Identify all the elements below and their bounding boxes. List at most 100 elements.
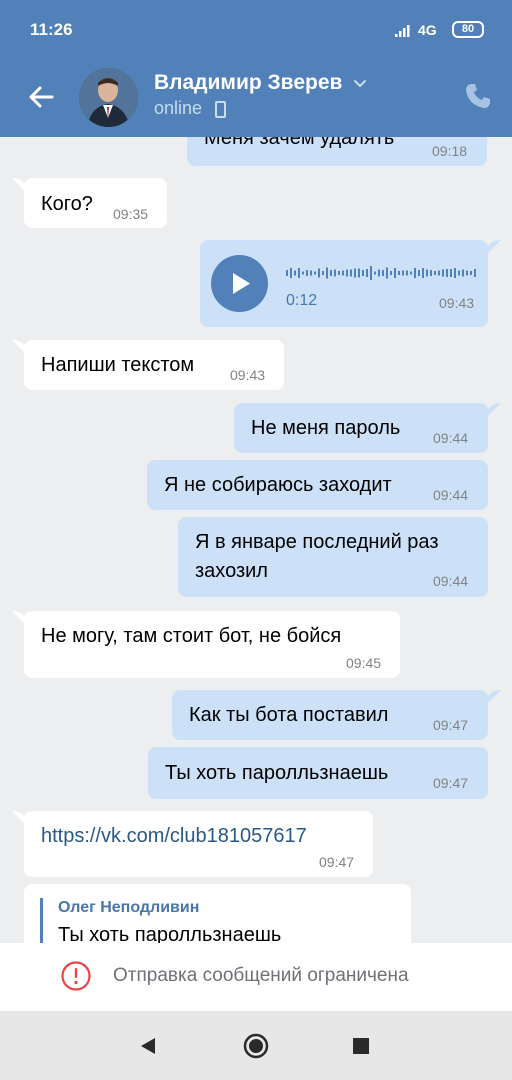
waveform-bar <box>402 270 404 276</box>
bubble-tail <box>487 690 501 704</box>
message-outgoing[interactable]: Я не собираюсь заходит 09:44 <box>147 460 488 510</box>
waveform-bar <box>454 268 456 278</box>
system-nav-bar <box>0 1011 512 1080</box>
quote-author[interactable]: Олег Неподливин <box>58 899 199 917</box>
message-time: 09:47 <box>433 717 469 733</box>
status-bar: 11:26 4G 80 <box>0 0 512 60</box>
waveform-bar <box>326 267 328 279</box>
message-text-line1: Я в январе последний раз <box>195 531 439 553</box>
waveform-bar <box>370 266 372 280</box>
waveform-bar <box>458 270 460 276</box>
chat-header: 11:26 4G 80 Владимир Зверев online <box>0 0 512 137</box>
message-text: Кого? <box>41 193 93 215</box>
message-reply[interactable]: Олег Неподливин Ты хоть паролльзнаешь <box>24 884 411 943</box>
waveform-bar <box>474 269 476 277</box>
mobile-icon <box>215 101 226 118</box>
exclamation-circle-icon <box>61 961 91 991</box>
waveform-bar <box>470 271 472 275</box>
voice-message[interactable]: 0:12 09:43 <box>200 240 488 327</box>
phone-icon[interactable] <box>463 81 493 111</box>
waveform-bar <box>362 270 364 276</box>
battery-indicator: 80 <box>452 21 484 38</box>
chevron-down-icon[interactable] <box>352 76 368 90</box>
message-time: 09:45 <box>346 655 382 671</box>
message-text: Напиши текстом <box>41 354 195 376</box>
waveform[interactable] <box>286 262 476 284</box>
message-outgoing[interactable]: Не меня пароль 09:44 <box>234 403 488 453</box>
message-incoming[interactable]: https://vk.com/club181057617 09:47 <box>24 811 373 877</box>
message-incoming[interactable]: Кого? 09:35 <box>24 178 167 228</box>
quote-bar <box>40 898 43 943</box>
waveform-bar <box>394 268 396 278</box>
message-incoming[interactable]: Не могу, там стоит бот, не бойся 09:45 <box>24 611 400 678</box>
waveform-bar <box>330 270 332 276</box>
arrow-left-icon[interactable] <box>24 80 58 114</box>
waveform-bar <box>306 270 308 276</box>
waveform-bar <box>346 269 348 277</box>
message-text: Ты хоть паролльзнаешь <box>165 762 389 784</box>
waveform-bar <box>294 270 296 276</box>
message-text: Как ты бота поставил <box>189 704 389 726</box>
message-list[interactable]: Меня зачем удалять 09:18 Кого? 09:35 0:1… <box>0 137 512 943</box>
play-icon <box>233 273 250 294</box>
message-link[interactable]: https://vk.com/club181057617 <box>41 825 307 848</box>
presence-status: online <box>154 98 203 118</box>
waveform-bar <box>350 269 352 277</box>
message-incoming[interactable]: Напиши текстом 09:43 <box>24 340 284 390</box>
waveform-bar <box>450 269 452 277</box>
waveform-bar <box>442 269 444 277</box>
waveform-bar <box>438 270 440 276</box>
message-time: 09:18 <box>432 143 468 159</box>
message-text: Меня зачем удалять <box>204 137 395 149</box>
waveform-bar <box>310 270 312 276</box>
message-outgoing[interactable]: Ты хоть паролльзнаешь 09:47 <box>148 747 488 799</box>
waveform-bar <box>434 271 436 275</box>
message-text: Не меня пароль <box>251 417 401 439</box>
waveform-bar <box>462 269 464 277</box>
contact-name[interactable]: Владимир Зверев <box>154 71 342 95</box>
message-time: 09:43 <box>439 295 475 311</box>
message-outgoing[interactable]: Я в январе последний раз захозил 09:44 <box>178 517 488 597</box>
message-text-line2: захозил <box>195 560 268 582</box>
waveform-bar <box>322 271 324 275</box>
waveform-bar <box>386 267 388 279</box>
message-time: 09:44 <box>433 430 469 446</box>
message-time: 09:43 <box>230 367 266 383</box>
waveform-bar <box>338 271 340 275</box>
restriction-text: Отправка сообщений ограничена <box>113 965 409 986</box>
network-type: 4G <box>418 22 437 38</box>
nav-recents-icon[interactable] <box>352 1037 370 1055</box>
waveform-bar <box>422 268 424 278</box>
message-time: 09:44 <box>433 487 469 503</box>
waveform-bar <box>418 270 420 276</box>
waveform-bar <box>314 271 316 275</box>
nav-back-icon[interactable] <box>137 1035 159 1057</box>
signal-icon <box>395 25 410 37</box>
waveform-bar <box>318 268 320 278</box>
waveform-bar <box>382 270 384 276</box>
nav-home-icon[interactable] <box>242 1032 270 1060</box>
waveform-bar <box>378 269 380 277</box>
waveform-bar <box>334 269 336 277</box>
quote-text: Ты хоть паролльзнаешь <box>58 924 282 943</box>
play-button[interactable] <box>211 255 268 312</box>
avatar[interactable] <box>79 68 138 127</box>
waveform-bar <box>406 270 408 276</box>
message-outgoing[interactable]: Меня зачем удалять 09:18 <box>187 137 487 166</box>
restriction-banner: Отправка сообщений ограничена <box>0 943 512 1011</box>
waveform-bar <box>354 268 356 278</box>
message-text: Не могу, там стоит бот, не бойся <box>41 625 342 647</box>
voice-duration: 0:12 <box>286 292 318 309</box>
waveform-bar <box>446 269 448 277</box>
waveform-bar <box>398 271 400 275</box>
waveform-bar <box>342 270 344 276</box>
message-text: Я не собираюсь заходит <box>164 474 392 496</box>
waveform-bar <box>390 271 392 275</box>
status-time: 11:26 <box>30 20 73 39</box>
waveform-bar <box>286 270 288 276</box>
message-time: 09:47 <box>433 775 469 791</box>
message-outgoing[interactable]: Как ты бота поставил 09:47 <box>172 690 488 740</box>
waveform-bar <box>302 271 304 275</box>
bubble-tail <box>487 403 501 417</box>
waveform-bar <box>466 270 468 276</box>
